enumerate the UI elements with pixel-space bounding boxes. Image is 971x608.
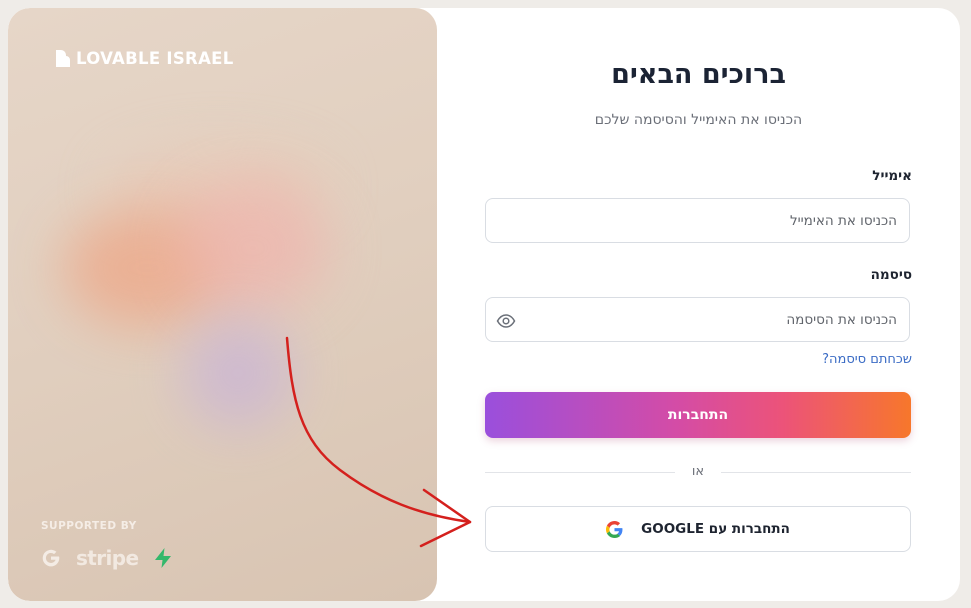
brand-logo: LOVABLE ISRAEL (54, 49, 234, 68)
or-divider: או (485, 464, 911, 479)
forgot-password-link[interactable]: שכחתם סיסמה? (822, 352, 912, 367)
supabase-icon (155, 548, 172, 568)
page-title: ברוכים הבאים (611, 59, 786, 90)
login-form: ברוכים הבאים הכניסו את האימייל והסיסמה ש… (437, 8, 960, 601)
google-icon (606, 520, 623, 538)
email-label: אימייל (872, 168, 912, 184)
login-button[interactable]: התחברות (485, 392, 911, 438)
google-login-button[interactable]: התחברות עם GOOGLE (485, 506, 911, 552)
email-field[interactable] (485, 198, 910, 243)
stripe-logo: stripe (76, 546, 139, 570)
divider-line (485, 472, 675, 473)
password-field[interactable] (485, 297, 910, 342)
login-card: LOVABLE ISRAEL SUPPORTED BY stripe ברוכי… (8, 8, 960, 601)
brand-name: LOVABLE ISRAEL (76, 49, 234, 68)
password-label: סיסמה (870, 267, 912, 283)
supported-by-label: SUPPORTED BY (41, 520, 137, 532)
show-password-eye-icon[interactable] (496, 311, 516, 331)
google-icon (42, 549, 60, 567)
partner-logos: stripe (40, 546, 174, 570)
decorative-blur (183, 318, 293, 428)
decorative-blur (178, 183, 328, 313)
brand-panel: LOVABLE ISRAEL SUPPORTED BY stripe (8, 8, 437, 601)
lovable-heart-icon (56, 50, 70, 67)
google-button-label: התחברות עם GOOGLE (641, 521, 790, 537)
page-subtitle: הכניסו את האימייל והסיסמה שלכם (594, 112, 803, 128)
